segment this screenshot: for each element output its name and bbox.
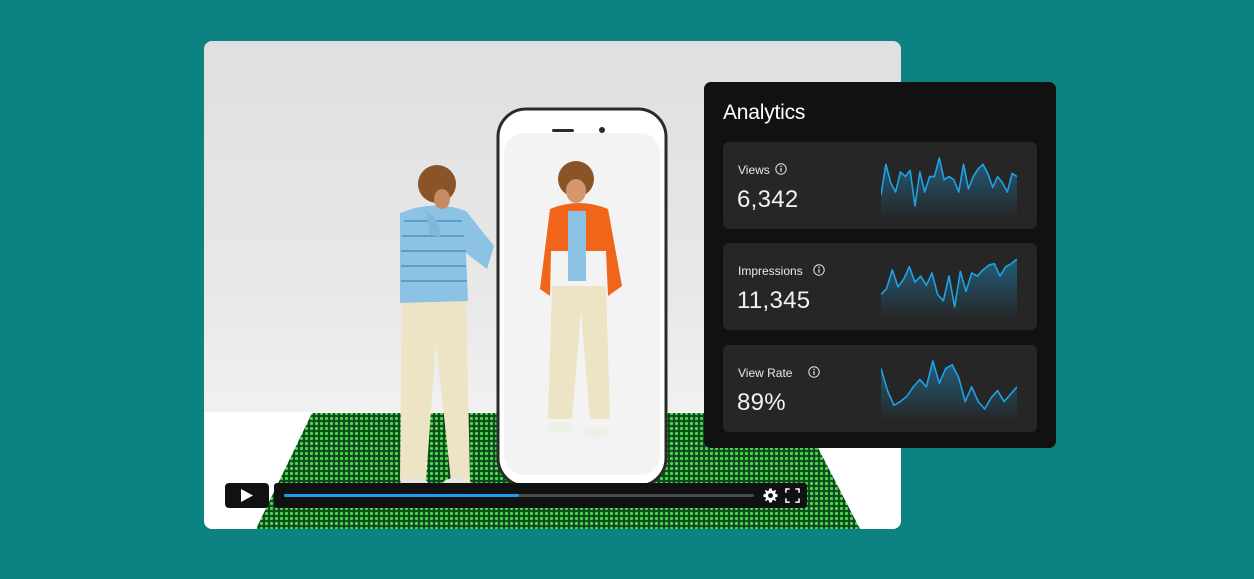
sparkline-chart [881,258,1017,319]
info-icon[interactable] [813,264,825,276]
analytics-panel: Analytics Views 6,342 Impressions 11,345… [704,82,1056,448]
play-icon [241,489,253,502]
metric-card-views[interactable]: Views 6,342 [723,142,1037,229]
metric-card-impressions[interactable]: Impressions 11,345 [723,243,1037,330]
sparkline-chart [881,360,1017,421]
analytics-title: Analytics [723,101,806,124]
metric-value: 11,345 [737,287,811,314]
progress-bar[interactable] [284,494,754,497]
metric-value: 89% [737,389,786,416]
fullscreen-icon[interactable] [785,488,800,503]
info-icon[interactable] [775,163,787,175]
sparkline-chart [881,157,1017,218]
sparkline-area [881,158,1017,218]
metric-label: View Rate [738,366,793,380]
info-icon[interactable] [808,366,820,378]
metric-card-view-rate[interactable]: View Rate 89% [723,345,1037,432]
metric-label: Impressions [738,264,803,278]
gear-icon[interactable] [763,488,778,503]
metric-value: 6,342 [737,186,799,213]
metric-label: Views [738,163,770,177]
player-control-bar [274,483,807,508]
progress-bar-fill [284,494,519,497]
play-button[interactable] [225,483,269,508]
